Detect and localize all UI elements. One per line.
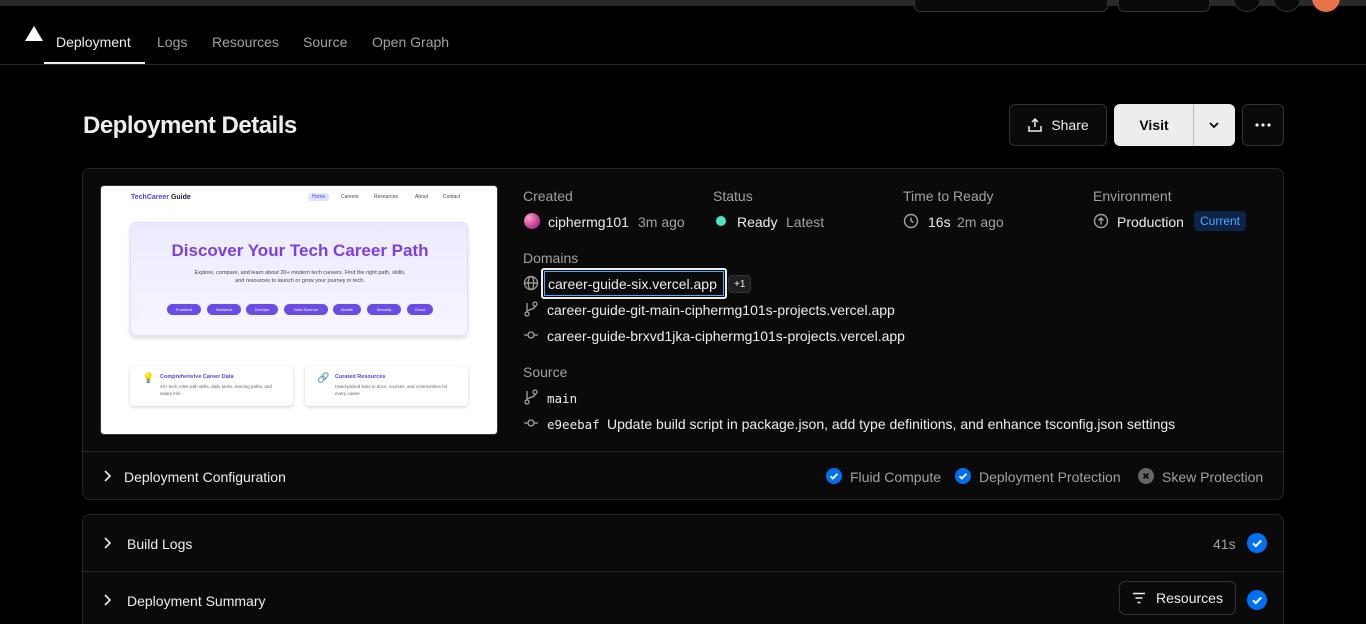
- more-options-button[interactable]: [1242, 104, 1284, 146]
- preview-nav-item: Careers: [341, 194, 359, 200]
- tab-logs[interactable]: Logs: [157, 34, 187, 50]
- preview-chip: Security: [367, 304, 401, 315]
- build-logs-title[interactable]: Build Logs: [127, 536, 192, 552]
- filter-icon: [1132, 592, 1146, 604]
- more-domains-badge[interactable]: +1: [728, 275, 752, 293]
- chevron-right-icon[interactable]: [101, 536, 113, 550]
- preview-nav-item: Contact: [443, 194, 461, 200]
- creator-name[interactable]: ciphermg101: [548, 214, 629, 230]
- fluid-compute-label: Fluid Compute: [850, 469, 942, 485]
- branch-domain-link[interactable]: career-guide-git-main-ciphermg101s-proje…: [547, 302, 895, 318]
- status-label: Status: [713, 188, 753, 204]
- source-branch[interactable]: main: [547, 391, 577, 406]
- preview-chip: Mobile: [333, 304, 361, 315]
- deployment-configuration-toggle[interactable]: Deployment Configuration: [124, 469, 286, 485]
- primary-domain-link[interactable]: career-guide-six.vercel.app: [541, 268, 727, 299]
- deployment-protection-label: Deployment Protection: [979, 469, 1121, 485]
- commit-hash[interactable]: e9eebaf: [547, 417, 600, 432]
- preview-hero-title: Discover Your Tech Career Path: [171, 241, 429, 260]
- production-arrow-icon: [1093, 213, 1109, 229]
- preview-chip: DevOps: [246, 304, 278, 315]
- visit-label: Visit: [1139, 117, 1169, 133]
- deployment-summary-title[interactable]: Deployment Summary: [127, 593, 266, 609]
- visit-button[interactable]: Visit: [1114, 104, 1194, 146]
- link-icon: 🔗: [317, 373, 330, 384]
- preview-hero: Discover Your Tech Career Path Explore, …: [130, 222, 468, 336]
- build-logs-panel[interactable]: Build Logs 41s: [82, 514, 1284, 572]
- globe-icon: [523, 275, 539, 291]
- chevron-right-icon[interactable]: [101, 469, 113, 483]
- preview-chip: Cloud: [407, 304, 433, 315]
- source-label: Source: [523, 364, 568, 380]
- check-circle-icon: [826, 468, 842, 484]
- lightbulb-icon: 💡: [142, 373, 155, 384]
- clock-icon: [903, 213, 919, 229]
- preview-nav-item: About: [415, 194, 429, 200]
- preview-hero-subtitle: Explore, compare, and learn about 20+ mo…: [194, 270, 406, 284]
- domains-label: Domains: [523, 250, 579, 266]
- time-to-ready-label: Time to Ready: [903, 188, 994, 204]
- git-commit-icon: [523, 327, 539, 343]
- resources-button-label: Resources: [1156, 590, 1223, 606]
- status-tag: Latest: [786, 214, 825, 230]
- visit-dropdown-button[interactable]: [1193, 104, 1235, 146]
- tab-open-graph[interactable]: Open Graph: [372, 34, 449, 50]
- x-circle-icon: [1138, 468, 1154, 484]
- deployment-card: TechCareer Guide Home Careers Resources …: [82, 168, 1284, 500]
- preview-nav-item: Home: [308, 193, 330, 201]
- chevron-right-icon[interactable]: [101, 593, 113, 607]
- chevron-down-icon: [1207, 118, 1221, 132]
- share-icon: [1027, 117, 1043, 133]
- created-time: 3m ago: [638, 214, 685, 230]
- created-label: Created: [523, 188, 573, 204]
- vercel-logo-icon[interactable]: [25, 26, 43, 41]
- share-button[interactable]: Share: [1009, 104, 1107, 146]
- active-tab-indicator: [44, 62, 145, 64]
- environment-label: Environment: [1093, 188, 1172, 204]
- status-value: Ready: [737, 214, 778, 230]
- skew-protection-label: Skew Protection: [1162, 469, 1264, 485]
- preview-feature-card: 💡 Comprehensive Career Data 20+ tech rol…: [130, 366, 293, 406]
- primary-domain-text: career-guide-six.vercel.app: [548, 276, 717, 292]
- share-label: Share: [1051, 117, 1089, 133]
- git-branch-icon: [524, 301, 538, 317]
- current-badge: Current: [1194, 211, 1247, 231]
- preview-brand: TechCareer Guide: [131, 194, 191, 201]
- check-circle-icon: [1247, 533, 1267, 553]
- top-toolbar-strip: [0, 0, 1366, 12]
- check-circle-icon: [1247, 590, 1267, 610]
- ready-status-icon: [716, 216, 726, 226]
- preview-card-text: 20+ tech roles with skills, daily tasks,…: [160, 384, 272, 396]
- commit-message: Update build script in package.json, add…: [607, 416, 1176, 432]
- time-to-ready-time: 2m ago: [957, 214, 1004, 230]
- git-branch-icon: [524, 389, 538, 405]
- resources-filter-button[interactable]: Resources: [1119, 581, 1236, 615]
- deployment-preview-image[interactable]: TechCareer Guide Home Careers Resources …: [100, 185, 498, 435]
- preview-card-title: Curated Resources: [335, 374, 386, 380]
- time-to-ready-value: 16s: [928, 214, 951, 230]
- tab-resources[interactable]: Resources: [212, 34, 279, 50]
- commit-domain-link[interactable]: career-guide-brxvd1jka-ciphermg101s-proj…: [547, 328, 905, 344]
- card-divider: [83, 451, 1283, 452]
- tab-deployment[interactable]: Deployment: [56, 34, 131, 50]
- preview-chip: Frontend: [167, 304, 201, 315]
- preview-feature-card: 🔗 Curated Resources Hand-picked links to…: [305, 366, 468, 406]
- ellipsis-icon: [1255, 123, 1271, 127]
- preview-nav-item: Resources: [374, 194, 398, 200]
- check-circle-icon: [955, 468, 971, 484]
- tab-source[interactable]: Source: [303, 34, 347, 50]
- project-nav: Deployment Logs Resources Source Open Gr…: [0, 8, 1366, 65]
- preview-card-text: Hand-picked links to docs, courses, and …: [335, 384, 448, 396]
- preview-card-title: Comprehensive Career Data: [160, 374, 234, 380]
- git-commit-icon: [523, 415, 539, 431]
- preview-chip: Data Science: [284, 304, 328, 315]
- preview-chip: Backend: [207, 304, 241, 315]
- page-title: Deployment Details: [83, 112, 297, 139]
- build-duration: 41s: [1213, 536, 1236, 552]
- creator-avatar: [524, 213, 540, 229]
- environment-value: Production: [1117, 214, 1184, 230]
- deployment-summary-panel[interactable]: Deployment Summary Resources: [82, 571, 1284, 624]
